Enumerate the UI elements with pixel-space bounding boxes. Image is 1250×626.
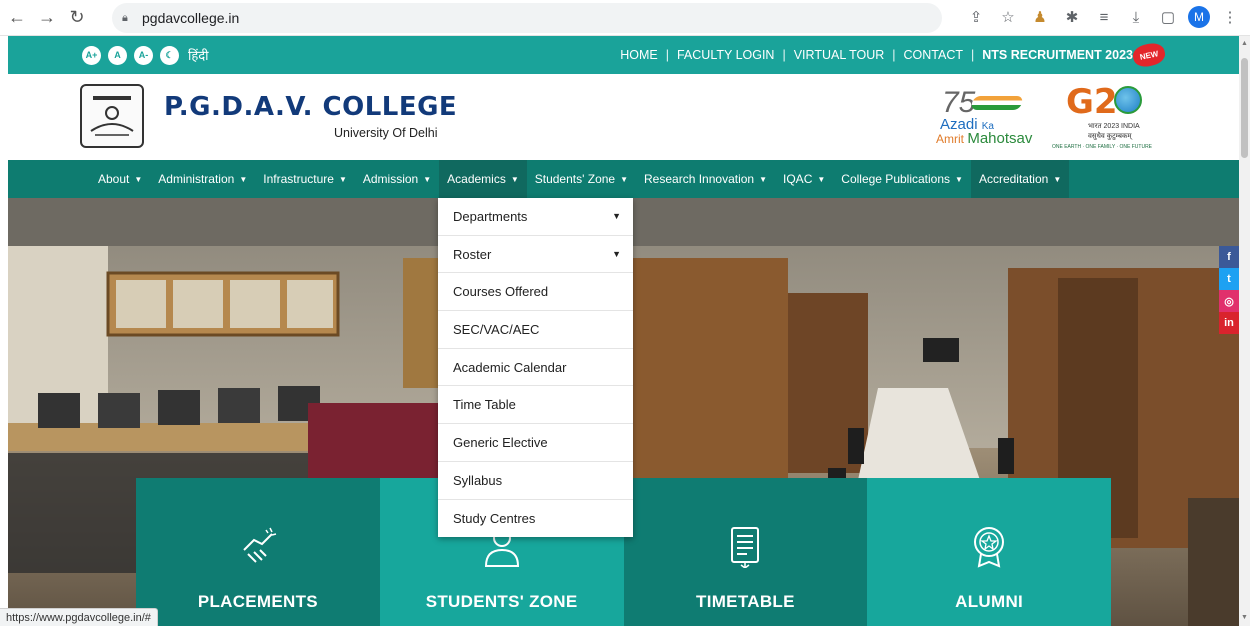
accessibility-controls: A+ A A- ☾ हिंदी: [82, 45, 209, 65]
tile-label: PLACEMENTS: [197, 592, 318, 611]
nav-iqac[interactable]: IQAC ▼: [775, 160, 833, 198]
caret-down-icon: ▼: [134, 174, 143, 184]
caret-down-icon: ▼: [510, 174, 519, 184]
college-logo[interactable]: [80, 84, 144, 148]
caret-down-icon: ▼: [239, 174, 248, 184]
menu-item-generic-elective[interactable]: Generic Elective: [438, 424, 633, 462]
caret-down-icon: ▼: [612, 249, 621, 260]
tile-label: TIMETABLE: [696, 592, 795, 611]
college-name[interactable]: P.G.D.A.V. COLLEGE: [164, 92, 457, 122]
reading-list-icon[interactable]: ≡: [1092, 5, 1116, 29]
caret-down-icon: ▼: [620, 174, 629, 184]
tile-label: ALUMNI: [955, 592, 1024, 611]
nav-administration[interactable]: Administration ▼: [150, 160, 255, 198]
menu-item-academic-calendar[interactable]: Academic Calendar: [438, 349, 633, 387]
handshake-icon: [243, 527, 277, 563]
menu-kebab-icon[interactable]: ⋮: [1218, 5, 1242, 29]
tricolor-flag-icon: [970, 96, 1024, 110]
caret-down-icon: ▼: [759, 174, 768, 184]
scroll-up-arrow-icon[interactable]: ▲: [1241, 40, 1248, 48]
nav-infrastructure[interactable]: Infrastructure ▼: [255, 160, 355, 198]
menu-item-roster[interactable]: Roster ▼: [438, 236, 633, 274]
url-text: pgdavcollege.in: [142, 10, 240, 26]
home-link[interactable]: HOME: [620, 48, 658, 62]
address-bar[interactable]: 🔒︎ pgdavcollege.in: [112, 3, 942, 33]
top-utility-bar: A+ A A- ☾ हिंदी HOME | FACULTY LOGIN | VIR…: [8, 36, 1239, 74]
puzzle-extensions-icon[interactable]: ✱: [1060, 5, 1084, 29]
caret-down-icon: ▼: [955, 174, 963, 184]
alumni-tile[interactable]: ALUMNI: [867, 478, 1111, 626]
nts-recruitment-link[interactable]: NTS RECRUITMENT 2023: [982, 48, 1133, 62]
new-badge: NEW: [1131, 40, 1167, 70]
twitter-icon[interactable]: t: [1219, 268, 1239, 290]
contact-link[interactable]: CONTACT: [904, 48, 964, 62]
extension-icon[interactable]: ♟: [1028, 5, 1052, 29]
nav-accreditation[interactable]: Accreditation ▼: [970, 160, 1070, 198]
caret-down-icon: ▼: [1053, 174, 1062, 184]
site-header: P.G.D.A.V. COLLEGE University Of Delhi 7…: [8, 74, 1239, 160]
instagram-icon[interactable]: ◎: [1219, 290, 1239, 312]
font-increase-button[interactable]: A+: [82, 45, 101, 65]
menu-item-study-centres[interactable]: Study Centres: [438, 500, 633, 538]
page-scrollbar[interactable]: ▲ ▼: [1239, 36, 1250, 626]
linkedin-icon[interactable]: in: [1219, 312, 1239, 334]
font-normal-button[interactable]: A: [108, 45, 127, 65]
faculty-login-link[interactable]: FACULTY LOGIN: [677, 48, 774, 62]
profile-avatar[interactable]: M: [1188, 6, 1210, 28]
timetable-tile[interactable]: TIMETABLE: [623, 478, 868, 626]
caret-down-icon: ▼: [817, 174, 826, 184]
menu-item-departments[interactable]: Departments ▼: [438, 198, 633, 236]
nav-academics[interactable]: Academics ▼: [439, 160, 527, 198]
university-name: University Of Delhi: [334, 126, 438, 140]
nav-research-innovation[interactable]: Research Innovation ▼: [636, 160, 775, 198]
nav-about[interactable]: About ▼: [90, 160, 150, 198]
g20-logo: G20 भारत 2023 INDIA वसुधैव कुटुम्बकम् ON…: [1052, 82, 1153, 150]
top-links: HOME | FACULTY LOGIN | VIRTUAL TOUR | CONTA…: [620, 48, 1133, 62]
hindi-language-link[interactable]: हिंदी: [188, 46, 209, 64]
caret-down-icon: ▼: [338, 174, 347, 184]
menu-item-time-table[interactable]: Time Table: [438, 386, 633, 425]
dark-mode-moon-icon[interactable]: ☾: [160, 45, 179, 65]
menu-item-syllabus[interactable]: Syllabus: [438, 462, 633, 500]
caret-down-icon: ▼: [423, 174, 432, 184]
forward-arrow-icon[interactable]: →: [34, 5, 60, 31]
bookmark-star-icon[interactable]: ☆: [996, 5, 1020, 29]
main-navigation: About ▼ Administration ▼ Infrastructure ▼ A…: [8, 160, 1239, 198]
scroll-down-arrow-icon[interactable]: ▼: [1241, 614, 1248, 622]
document-list-icon: [731, 527, 760, 568]
nav-admission[interactable]: Admission ▼: [355, 160, 439, 198]
caret-down-icon: ▼: [612, 211, 621, 222]
scrollbar-thumb[interactable]: [1241, 58, 1248, 158]
academics-dropdown-menu: Departments ▼ Roster ▼ Courses Offered SEC…: [438, 198, 633, 538]
menu-item-courses-offered[interactable]: Courses Offered: [438, 273, 633, 312]
status-bar-url: https://www.pgdavcollege.in/#: [0, 608, 158, 626]
tile-label: STUDENTS' ZONE: [425, 592, 578, 611]
lock-icon: 🔒︎: [122, 12, 128, 24]
lotus-globe-icon: [1114, 86, 1142, 114]
nav-college-publications[interactable]: College Publications ▼: [833, 160, 971, 198]
browser-toolbar: ← → ↻ 🔒︎ pgdavcollege.in ⇪ ☆ ♟ ✱ ≡ ⤓ ▢ M…: [0, 0, 1250, 36]
virtual-tour-link[interactable]: VIRTUAL TOUR: [794, 48, 885, 62]
placements-tile[interactable]: PLACEMENTS: [136, 478, 380, 626]
facebook-icon[interactable]: f: [1219, 246, 1239, 268]
menu-item-sec-vac-aec[interactable]: SEC/VAC/AEC: [438, 311, 633, 349]
azadi-ka-amrit-mahotsav-logo: 75 Azadi Ka Amrit Mahotsav: [936, 86, 1033, 147]
reload-icon[interactable]: ↻: [64, 5, 90, 31]
font-decrease-button[interactable]: A-: [134, 45, 153, 65]
back-arrow-icon[interactable]: ←: [4, 5, 30, 31]
medal-star-icon: [974, 527, 1005, 568]
social-media-bar: f t ◎ in: [1219, 246, 1239, 334]
nav-students-zone[interactable]: Students' Zone ▼: [527, 160, 636, 198]
share-icon[interactable]: ⇪: [964, 5, 988, 29]
download-icon[interactable]: ⤓: [1124, 5, 1148, 29]
side-panel-icon[interactable]: ▢: [1156, 5, 1180, 29]
web-page: A+ A A- ☾ हिंदी HOME | FACULTY LOGIN | VIR…: [8, 36, 1239, 626]
